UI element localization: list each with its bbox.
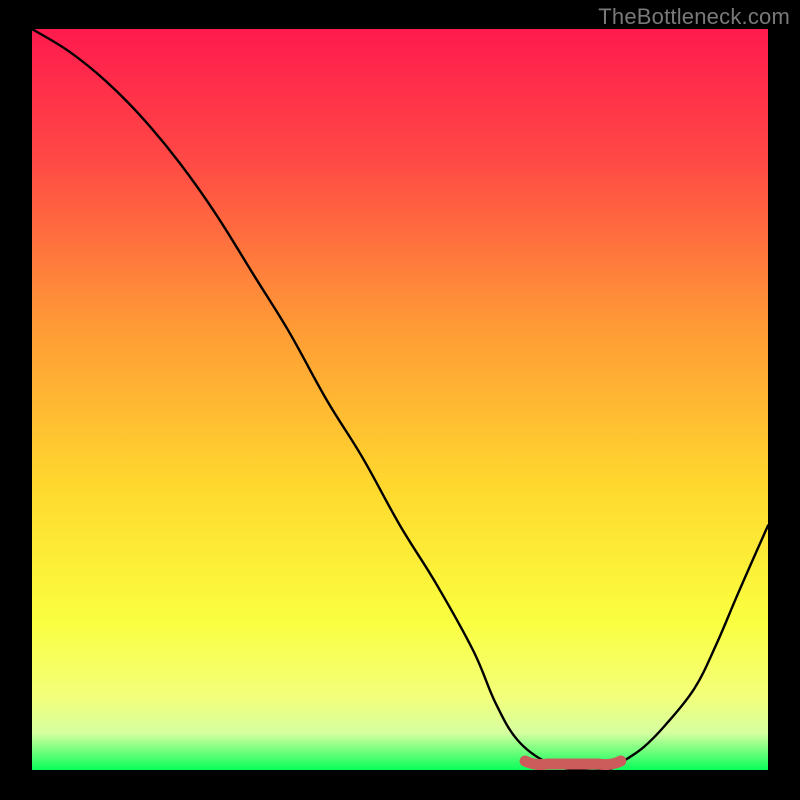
optimal-region-marker	[525, 761, 621, 765]
chart-frame: TheBottleneck.com	[0, 0, 800, 800]
gradient-plot-bg	[32, 29, 768, 770]
bottleneck-chart	[0, 0, 800, 800]
watermark-label: TheBottleneck.com	[598, 4, 790, 30]
